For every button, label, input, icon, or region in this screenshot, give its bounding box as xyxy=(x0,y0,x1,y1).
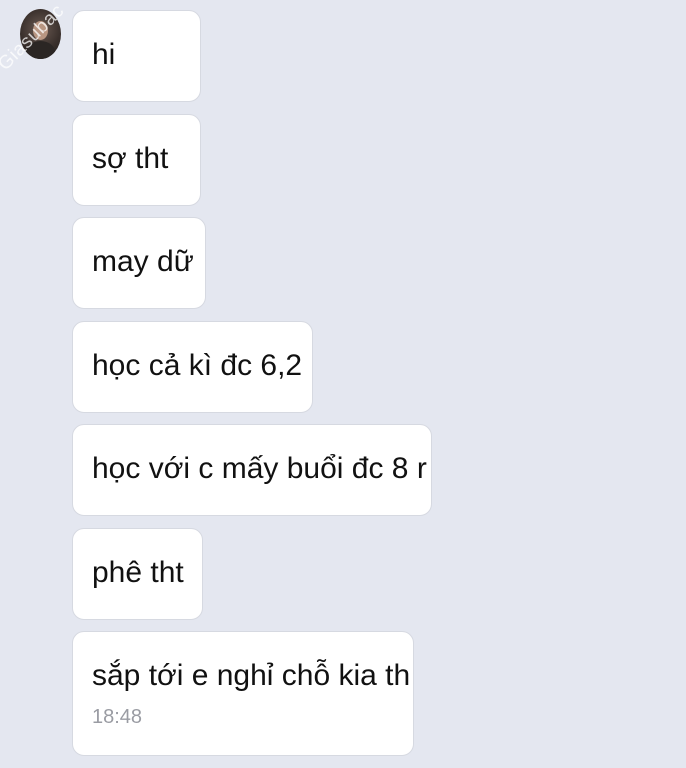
message-text: học cả kì đc 6,2 xyxy=(92,349,303,382)
avatar-face xyxy=(33,21,48,40)
message-text: phê tht xyxy=(92,556,184,589)
message-bubble[interactable]: phê tht xyxy=(72,528,203,620)
message-text: sắp tới e nghỉ chỗ kia th xyxy=(92,659,411,692)
avatar-shirt xyxy=(26,41,55,59)
message-text: sợ tht xyxy=(92,142,169,175)
message-text: học với c mấy buổi đc 8 r xyxy=(92,452,427,485)
message-bubble[interactable]: sắp tới e nghỉ chỗ kia th 18:48 xyxy=(72,631,414,756)
message-text: may dữ xyxy=(92,245,194,278)
message-bubble[interactable]: hi xyxy=(72,10,201,102)
message-timestamp: 18:48 xyxy=(92,706,143,728)
message-bubble[interactable]: sợ tht xyxy=(72,114,201,206)
message-bubble[interactable]: học cả kì đc 6,2 xyxy=(72,321,313,413)
sender-avatar[interactable] xyxy=(20,9,61,59)
message-bubble[interactable]: học với c mấy buổi đc 8 r xyxy=(72,424,432,516)
message-text: hi xyxy=(92,38,116,71)
message-bubble[interactable]: may dữ xyxy=(72,217,206,309)
